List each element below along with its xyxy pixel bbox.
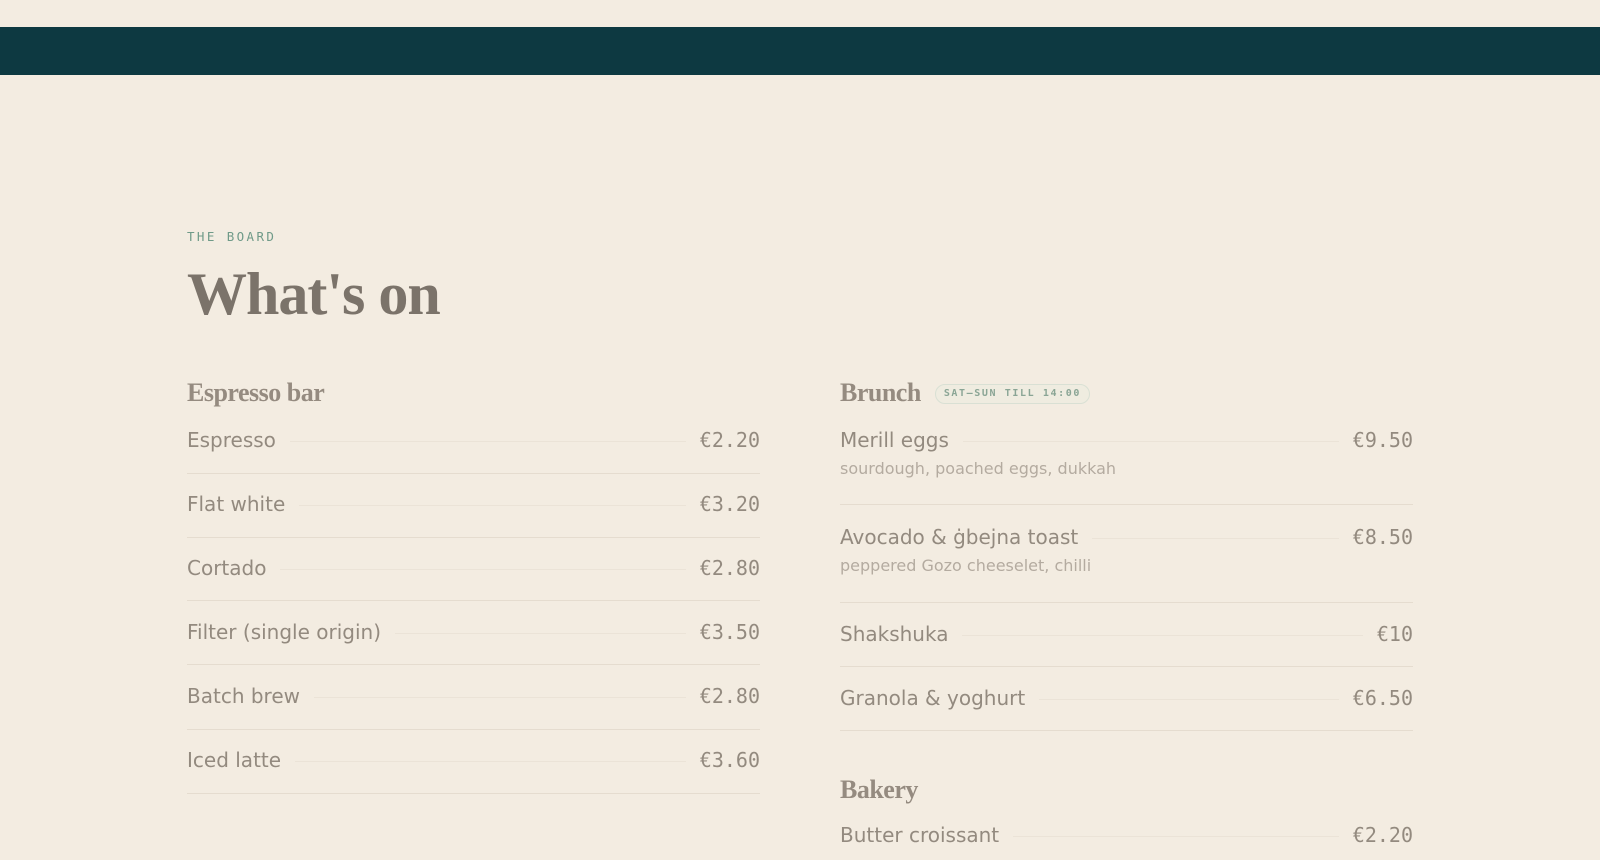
- dotted-leader: [1092, 538, 1339, 539]
- item-name: Espresso: [187, 428, 276, 452]
- item-description: sourdough, poached eggs, dukkah: [840, 459, 1117, 478]
- item-name: Shakshuka: [840, 622, 949, 646]
- item-price: €2.20: [699, 428, 760, 452]
- menu-item-iced-latte[interactable]: Iced latte €3.60: [187, 745, 760, 794]
- dotted-leader: [962, 441, 1339, 442]
- item-name: Granola & yoghurt: [840, 686, 1026, 710]
- menu-item-flat-white[interactable]: Flat white €3.20: [187, 489, 760, 538]
- item-name: Avocado & ġbejna toast: [840, 525, 1079, 549]
- menu-item-filter[interactable]: Filter (single origin) €3.50: [187, 617, 760, 665]
- dotted-leader: [395, 633, 686, 634]
- section-title-bakery: Bakery: [840, 775, 918, 804]
- menu-item-avocado-toast[interactable]: Avocado & ġbejna toast €8.50 peppered Go…: [840, 522, 1413, 603]
- dotted-leader: [314, 697, 686, 698]
- dotted-leader: [1039, 699, 1339, 700]
- top-nav-bar: [0, 27, 1600, 75]
- item-name: Iced latte: [187, 748, 282, 772]
- item-price: €10: [1376, 622, 1413, 646]
- dotted-leader: [289, 441, 686, 442]
- item-price: €3.60: [699, 748, 760, 772]
- dotted-leader: [299, 505, 686, 506]
- item-name: Batch brew: [187, 684, 300, 708]
- item-name: Cortado: [187, 556, 267, 580]
- menu-item-merill-eggs[interactable]: Merill eggs €9.50 sourdough, poached egg…: [840, 425, 1413, 505]
- menu-item-espresso[interactable]: Espresso €2.20: [187, 425, 760, 474]
- menu-item-butter-croissant[interactable]: Butter croissant €2.20: [840, 820, 1413, 860]
- item-name: Merill eggs: [840, 428, 949, 452]
- menu-item-granola[interactable]: Granola & yoghurt €6.50: [840, 683, 1413, 731]
- dotted-leader: [1013, 836, 1339, 837]
- section-title-espresso-bar: Espresso bar: [187, 378, 325, 407]
- item-name: Filter (single origin): [187, 620, 382, 644]
- brunch-hours-badge: SAT–SUN TILL 14:00: [934, 384, 1090, 404]
- menu-item-shakshuka[interactable]: Shakshuka €10: [840, 619, 1413, 667]
- menu-item-batch-brew[interactable]: Batch brew €2.80: [187, 681, 760, 730]
- item-price: €3.20: [699, 492, 760, 516]
- board-eyebrow: THE BOARD: [187, 229, 277, 244]
- section-title-brunch: Brunch SAT–SUN TILL 14:00: [840, 378, 1090, 408]
- item-price: €2.80: [699, 684, 760, 708]
- item-price: €6.50: [1352, 686, 1413, 710]
- dotted-leader: [962, 635, 1363, 636]
- item-price: €2.20: [1352, 823, 1413, 847]
- page-title: What's on: [187, 261, 441, 327]
- item-price: €9.50: [1352, 428, 1413, 452]
- section-title-text: Brunch: [840, 378, 921, 407]
- item-price: €8.50: [1352, 525, 1413, 549]
- item-price: €2.80: [699, 556, 760, 580]
- item-price: €3.50: [699, 620, 760, 644]
- dotted-leader: [280, 569, 686, 570]
- item-description: peppered Gozo cheeselet, chilli: [840, 556, 1092, 575]
- item-name: Butter croissant: [840, 823, 1000, 847]
- dotted-leader: [295, 761, 686, 762]
- menu-item-cortado[interactable]: Cortado €2.80: [187, 553, 760, 601]
- item-name: Flat white: [187, 492, 286, 516]
